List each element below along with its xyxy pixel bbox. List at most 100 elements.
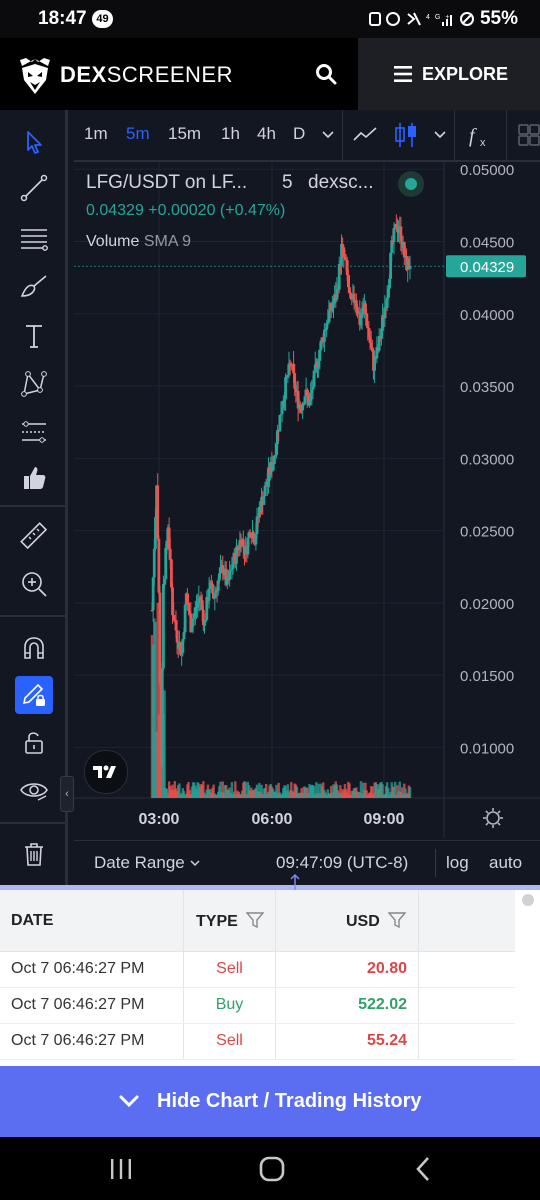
- fib-tool[interactable]: [12, 218, 56, 258]
- volume-bar: [163, 690, 166, 798]
- tradingview-logo-icon: [93, 765, 116, 778]
- chart-bottom-bar: Date Range 09:47:09 (UTC-8) log auto: [74, 840, 540, 886]
- table-row[interactable]: Oct 7 06:46:27 PM Sell 20.80: [0, 951, 515, 988]
- explore-button[interactable]: EXPLORE: [358, 38, 540, 110]
- market-status-indicator[interactable]: [398, 171, 424, 197]
- column-date[interactable]: DATE: [11, 912, 53, 930]
- chart-toolbar: 1m 5m 15m 1h 4h D fx: [74, 110, 540, 162]
- toolbar-separator: [0, 615, 68, 617]
- row-date: Oct 7 06:46:27 PM: [11, 996, 145, 1013]
- date-range-button[interactable]: Date Range: [94, 853, 201, 873]
- candle: [284, 377, 287, 400]
- system-nav-bar: [0, 1137, 540, 1200]
- brush-tool[interactable]: [12, 266, 56, 306]
- horizontal-lines-icon: [21, 229, 48, 251]
- sma-label: SMA 9: [143, 233, 191, 250]
- timeframe-4h[interactable]: 4h: [257, 124, 276, 144]
- auto-scale-toggle[interactable]: auto: [489, 853, 522, 873]
- chevron-down-icon: [190, 860, 200, 867]
- toolbar-divider: [435, 849, 436, 877]
- home-icon[interactable]: [258, 1155, 286, 1183]
- pattern-tool[interactable]: [12, 364, 56, 404]
- chart-clock[interactable]: 09:47:09 (UTC-8): [276, 853, 408, 873]
- volume-legend[interactable]: Volume SMA 9: [86, 233, 191, 251]
- price-chart[interactable]: 0.05000 0.04500 0.04000 0.03500 0.03000 0.025…: [74, 162, 540, 838]
- cursor-tool[interactable]: [12, 122, 56, 162]
- trading-history-table: DATE TYPE USD Oct 7 06:46:27 PM Sell 20.…: [0, 890, 540, 1066]
- row-usd: 20.80: [366, 960, 407, 977]
- status-icons-svg: 4G+: [369, 12, 474, 26]
- forecast-icon: [22, 421, 46, 443]
- toolbar-divider: [454, 110, 455, 160]
- timeframe-15m[interactable]: 15m: [168, 124, 201, 144]
- chevron-down-icon[interactable]: [432, 128, 448, 142]
- column-type[interactable]: TYPE: [196, 912, 265, 931]
- hide-chart-label: Hide Chart / Trading History: [157, 1090, 422, 1112]
- text-tool[interactable]: [12, 316, 56, 356]
- drawing-toolbar: [0, 110, 68, 885]
- prediction-tool[interactable]: [12, 412, 56, 452]
- candle: [211, 583, 214, 594]
- text-icon: [26, 325, 42, 348]
- battery-level: 55%: [479, 8, 518, 29]
- menu-icon: [394, 66, 412, 82]
- price-tick-label: 0.01500: [460, 668, 514, 685]
- timeframe-1m[interactable]: 1m: [84, 124, 108, 144]
- dexscreener-logo-icon: [20, 58, 50, 94]
- indicators-icon[interactable]: fx: [466, 121, 496, 149]
- magnet-tool[interactable]: [12, 628, 56, 668]
- row-usd: 55.24: [366, 1032, 407, 1049]
- timeframe-5m[interactable]: 5m: [126, 124, 150, 144]
- candle: [168, 549, 172, 560]
- price-tick-label: 0.05000: [460, 162, 514, 179]
- time-tick-label: 06:00: [252, 811, 293, 828]
- log-scale-toggle[interactable]: log: [446, 853, 469, 873]
- row-date: Oct 7 06:46:27 PM: [11, 960, 145, 977]
- table-row[interactable]: Oct 7 06:46:27 PM Buy 522.02: [0, 987, 515, 1024]
- symbol-label[interactable]: LFG/USDT on LF...: [86, 172, 247, 193]
- measure-tool[interactable]: [12, 516, 56, 556]
- toolbar-divider: [506, 110, 507, 160]
- status-bar: 18:47 49 4G+ 55%: [0, 0, 540, 38]
- zoom-tool[interactable]: [12, 564, 56, 604]
- lock-tool[interactable]: [12, 722, 56, 762]
- candle: [322, 329, 326, 343]
- volume-label: Volume: [86, 233, 140, 250]
- app-header: DEXSCREENER EXPLORE: [0, 38, 540, 110]
- column-usd[interactable]: USD: [346, 912, 407, 931]
- chevron-down-icon[interactable]: [320, 128, 336, 142]
- row-usd: 522.02: [358, 996, 407, 1013]
- magnet-icon: [24, 637, 44, 659]
- time-tick-label: 09:00: [364, 811, 405, 828]
- trend-line-icon: [20, 174, 48, 202]
- tradingview-logo[interactable]: [84, 750, 128, 794]
- candle: [262, 496, 266, 505]
- row-type: Sell: [216, 960, 243, 977]
- price-tick-label: 0.03000: [460, 451, 514, 468]
- trend-line-tool[interactable]: [12, 168, 56, 208]
- search-icon[interactable]: [314, 62, 338, 86]
- icon-tool[interactable]: [12, 458, 56, 498]
- back-icon[interactable]: [412, 1155, 434, 1183]
- collapse-toolbar-button[interactable]: ‹: [60, 776, 74, 812]
- table-row[interactable]: Oct 7 06:46:27 PM Sell 55.24: [0, 1023, 515, 1060]
- candle: [162, 583, 165, 669]
- eye-icon: [20, 783, 48, 801]
- toolbar-separator: [0, 822, 68, 824]
- candle: [156, 485, 160, 539]
- stay-in-drawing-mode-tool[interactable]: [15, 676, 53, 714]
- candle: [228, 570, 232, 580]
- timeframe-D[interactable]: D: [293, 124, 305, 144]
- hide-drawings-tool[interactable]: [12, 770, 56, 810]
- remove-drawings-tool[interactable]: [12, 834, 56, 874]
- brush-icon: [20, 275, 47, 297]
- layouts-icon[interactable]: [518, 123, 540, 147]
- candle: [241, 539, 245, 547]
- scrollbar[interactable]: [522, 894, 534, 906]
- timeframe-1h[interactable]: 1h: [221, 124, 240, 144]
- legend-price: 0.04329: [86, 202, 144, 219]
- line-chart-icon[interactable]: [352, 122, 380, 148]
- candlestick-icon[interactable]: [392, 120, 420, 150]
- hide-chart-button[interactable]: Hide Chart / Trading History: [0, 1066, 540, 1137]
- recent-apps-icon[interactable]: [108, 1157, 134, 1181]
